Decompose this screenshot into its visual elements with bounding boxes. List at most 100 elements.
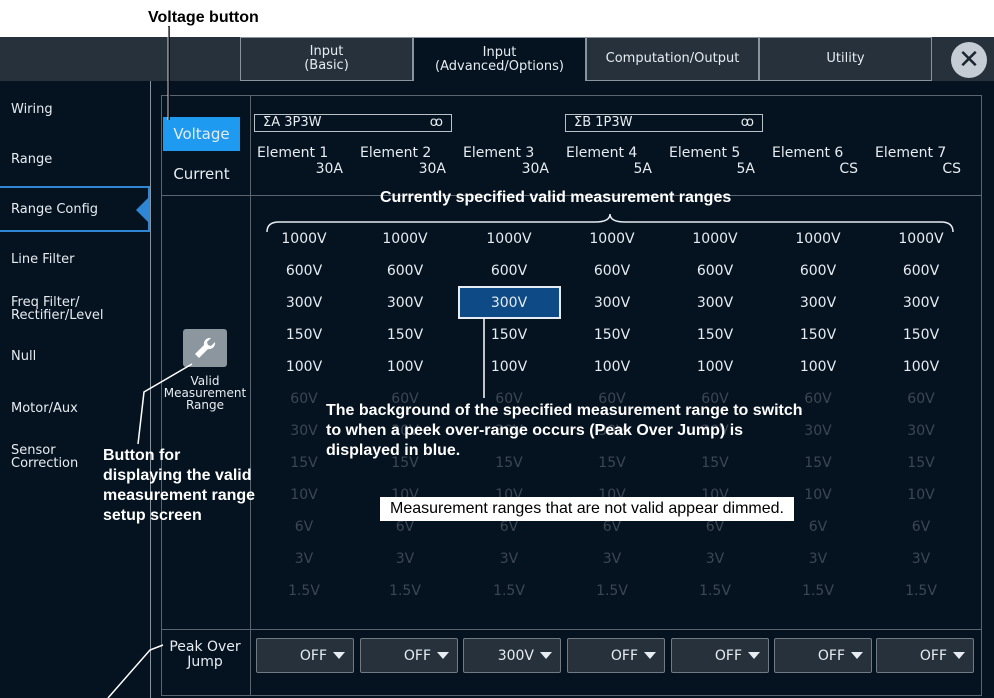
range-cell[interactable]: 1000V — [562, 231, 662, 247]
range-cell[interactable]: 150V — [768, 327, 868, 343]
element-current: 30A — [418, 161, 446, 177]
range-cell: 6V — [395, 519, 415, 535]
peak-over-jump-callout: The background of the specified measurem… — [326, 402, 803, 459]
peak-over-jump-dropdown[interactable]: OFF — [876, 638, 974, 673]
element-current: 5A — [633, 161, 652, 177]
element-current: CS — [839, 161, 858, 177]
range-cell[interactable]: 300V — [562, 295, 662, 311]
range-cell[interactable]: 600V — [768, 263, 868, 279]
sidebar-item-null[interactable]: Null — [0, 350, 150, 363]
range-cell: 3V — [499, 551, 519, 567]
instrument-screen: Input (Basic) Input (Advanced/Options) C… — [0, 37, 994, 698]
range-cell[interactable]: 150V — [254, 327, 354, 343]
range-cell[interactable]: 100V — [459, 359, 559, 375]
sidebar-item-freq-filter[interactable]: Freq Filter/ Rectifier/Level — [0, 296, 150, 322]
range-cell: 6V — [602, 519, 622, 535]
close-icon: ✕ — [958, 45, 980, 75]
element-header: Element 3 30A — [463, 145, 563, 177]
element-name: Element 2 — [360, 145, 432, 161]
close-button[interactable]: ✕ — [951, 42, 987, 78]
range-cell[interactable]: 600V — [665, 263, 765, 279]
range-cell: 3V — [294, 551, 314, 567]
range-cell[interactable]: 300V — [665, 295, 765, 311]
range-cell: 3V — [705, 551, 725, 567]
range-cell[interactable]: 600V — [254, 263, 354, 279]
peak-over-jump-dropdown[interactable]: OFF — [256, 638, 354, 673]
element-name: Element 3 — [463, 145, 535, 161]
range-cell[interactable]: 300V — [768, 295, 868, 311]
dropdown-value: OFF — [817, 647, 845, 664]
range-cell[interactable]: 600V — [562, 263, 662, 279]
peak-over-jump-dropdown[interactable]: OFF — [774, 638, 872, 673]
tab-computation-output[interactable]: Computation/Output — [586, 37, 759, 81]
valid-range-label: Valid Measurement Range — [163, 374, 247, 412]
dropdown-value: OFF — [403, 647, 431, 664]
range-cell[interactable]: 300V — [459, 295, 559, 311]
range-cell[interactable]: 300V — [355, 295, 455, 311]
element-current: 5A — [736, 161, 755, 177]
range-cell: 6V — [499, 519, 519, 535]
sidebar-item-range[interactable]: Range — [0, 153, 150, 166]
group-label: ΣB 1P3W — [574, 115, 633, 130]
tab-utility[interactable]: Utility — [759, 37, 932, 81]
range-cell: 3V — [911, 551, 931, 567]
sidebar-divider — [150, 81, 151, 698]
range-cell[interactable]: 100V — [871, 359, 971, 375]
range-cell[interactable]: 100V — [768, 359, 868, 375]
element-current: 30A — [521, 161, 549, 177]
element-header: Element 7 CS — [875, 145, 975, 177]
panel-bottom-separator — [161, 629, 982, 630]
range-cell[interactable]: 600V — [355, 263, 455, 279]
chevron-down-icon — [953, 652, 965, 659]
range-cell: 6V — [911, 519, 931, 535]
sidebar-item-motor-aux[interactable]: Motor/Aux — [0, 402, 150, 415]
element-name: Element 1 — [257, 145, 329, 161]
range-cell: 3V — [395, 551, 415, 567]
range-cell[interactable]: 150V — [459, 327, 559, 343]
peak-over-jump-dropdown[interactable]: 300V — [463, 638, 561, 673]
peak-over-jump-dropdown[interactable]: OFF — [567, 638, 665, 673]
range-cell: 1.5V — [493, 583, 525, 599]
link-icon: ꝏ — [429, 115, 443, 130]
group-sigma-a: ΣA 3P3W ꝏ — [254, 114, 452, 132]
peak-over-jump-dropdown[interactable]: OFF — [671, 638, 769, 673]
range-cell[interactable]: 1000V — [871, 231, 971, 247]
element-name: Element 7 — [875, 145, 947, 161]
tab-input-basic[interactable]: Input (Basic) — [240, 37, 413, 81]
dimmed-note: Measurement ranges that are not valid ap… — [380, 497, 794, 521]
current-ranges-callout: Currently specified valid measurement ra… — [380, 189, 732, 206]
chevron-down-icon — [540, 652, 552, 659]
range-cell[interactable]: 150V — [355, 327, 455, 343]
sidebar-item-range-config[interactable]: Range Config — [0, 203, 150, 216]
range-cell[interactable]: 150V — [871, 327, 971, 343]
element-header: Element 1 30A — [257, 145, 357, 177]
range-cell[interactable]: 100V — [254, 359, 354, 375]
range-cell[interactable]: 100V — [562, 359, 662, 375]
element-name: Element 4 — [566, 145, 638, 161]
range-cell[interactable]: 150V — [665, 327, 765, 343]
element-name: Element 5 — [669, 145, 741, 161]
peak-over-jump-dropdown[interactable]: OFF — [360, 638, 458, 673]
range-cell[interactable]: 100V — [665, 359, 765, 375]
range-cell[interactable]: 100V — [355, 359, 455, 375]
range-cell[interactable]: 300V — [871, 295, 971, 311]
range-cell[interactable]: 1000V — [355, 231, 455, 247]
range-cell[interactable]: 600V — [871, 263, 971, 279]
range-cell[interactable]: 300V — [254, 295, 354, 311]
dropdown-value: OFF — [610, 647, 638, 664]
range-cell[interactable]: 1000V — [768, 231, 868, 247]
chevron-down-icon — [333, 652, 345, 659]
chevron-down-icon — [437, 652, 449, 659]
valid-range-button[interactable] — [183, 329, 227, 367]
range-cell[interactable]: 1000V — [665, 231, 765, 247]
range-cell[interactable]: 150V — [562, 327, 662, 343]
range-cell[interactable]: 600V — [459, 263, 559, 279]
range-cell[interactable]: 1000V — [459, 231, 559, 247]
range-cell: 3V — [602, 551, 622, 567]
sidebar-item-line-filter[interactable]: Line Filter — [0, 253, 150, 266]
sidebar-item-wiring[interactable]: Wiring — [0, 103, 150, 116]
range-cell[interactable]: 1000V — [254, 231, 354, 247]
range-cell: 1.5V — [288, 583, 320, 599]
element-header: Element 6 CS — [772, 145, 872, 177]
tab-input-advanced[interactable]: Input (Advanced/Options) — [413, 37, 586, 81]
